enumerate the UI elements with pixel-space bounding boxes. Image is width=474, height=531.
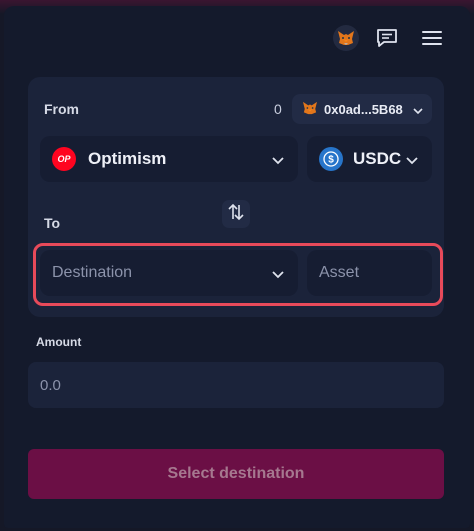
wallet-selector[interactable]: 0x0ad...5B68 bbox=[292, 94, 432, 124]
to-label: To bbox=[44, 215, 61, 231]
metamask-fox-icon bbox=[302, 101, 318, 118]
chat-icon[interactable] bbox=[374, 25, 400, 51]
source-token-name: USDC bbox=[353, 149, 402, 168]
chevron-down-icon bbox=[272, 152, 284, 170]
menu-icon[interactable] bbox=[419, 25, 445, 51]
destination-placeholder: Destination bbox=[52, 264, 133, 281]
source-token-select[interactable]: $ USDC bbox=[307, 136, 432, 182]
swap-arrows-icon bbox=[227, 203, 245, 226]
asset-placeholder: Asset bbox=[319, 264, 360, 281]
select-destination-button[interactable]: Select destination bbox=[28, 449, 444, 499]
source-chain-name: Optimism bbox=[88, 149, 167, 168]
destination-chain-select[interactable]: Destination bbox=[40, 250, 298, 296]
chevron-down-icon bbox=[413, 102, 423, 117]
swap-direction-button[interactable] bbox=[222, 200, 250, 228]
optimism-logo-icon: OP bbox=[52, 147, 76, 171]
from-label: From bbox=[44, 101, 79, 117]
chevron-down-icon bbox=[406, 152, 418, 170]
metamask-fox-icon[interactable] bbox=[333, 25, 359, 51]
amount-input[interactable]: 0.0 bbox=[28, 362, 444, 408]
wallet-count: 0 bbox=[274, 101, 282, 117]
amount-label: Amount bbox=[36, 335, 82, 349]
svg-text:$: $ bbox=[328, 155, 334, 166]
source-chain-select[interactable]: OP Optimism bbox=[40, 136, 298, 182]
chevron-down-icon bbox=[272, 266, 284, 284]
wallet-address: 0x0ad...5B68 bbox=[324, 101, 403, 117]
destination-asset-select[interactable]: Asset bbox=[307, 250, 432, 296]
usdc-logo-icon: $ bbox=[319, 147, 343, 171]
